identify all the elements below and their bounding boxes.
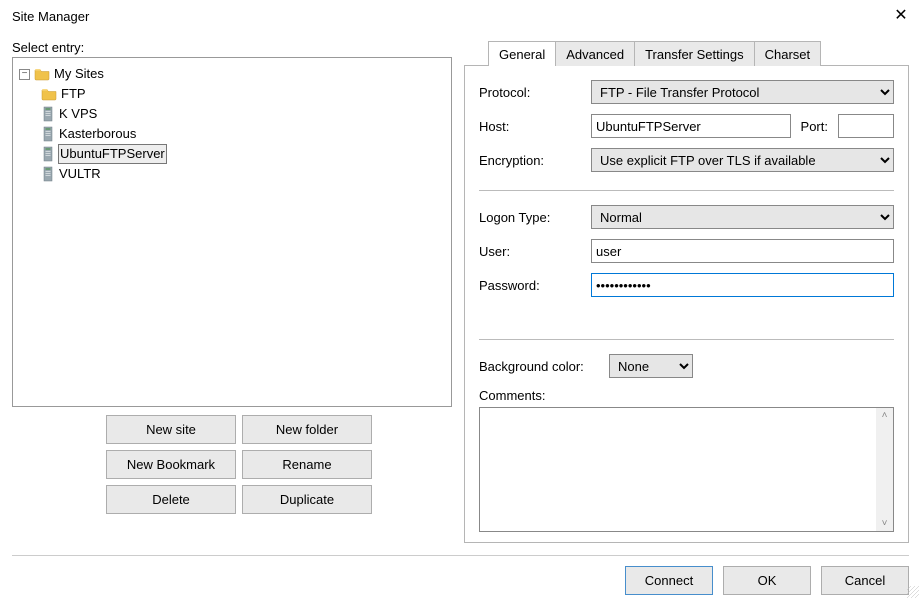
new-site-button[interactable]: New site (106, 415, 236, 444)
window-title: Site Manager (12, 9, 89, 24)
server-icon (41, 166, 55, 182)
titlebar: Site Manager ✕ (0, 0, 921, 32)
tree-item-kvps[interactable]: K VPS (39, 104, 447, 124)
password-input[interactable] (591, 273, 894, 297)
logon-type-label: Logon Type: (479, 210, 591, 225)
user-input[interactable] (591, 239, 894, 263)
delete-button[interactable]: Delete (106, 485, 236, 514)
tab-advanced[interactable]: Advanced (555, 41, 635, 66)
server-icon (41, 126, 55, 142)
duplicate-button[interactable]: Duplicate (242, 485, 372, 514)
rename-button[interactable]: Rename (242, 450, 372, 479)
tree-children: FTP K VPS Kasterborous UbuntuFTPServer V… (39, 84, 447, 184)
chevron-up-icon[interactable]: ˄ (882, 410, 888, 421)
scrollbar[interactable]: ˄ ˅ (876, 408, 893, 531)
tree-item-label: UbuntuFTPServer (59, 145, 166, 163)
comments-box: ˄ ˅ (479, 407, 894, 532)
logon-type-select[interactable]: Normal (591, 205, 894, 229)
cancel-button[interactable]: Cancel (821, 566, 909, 595)
collapse-icon[interactable]: − (19, 69, 30, 80)
site-buttons: New site New folder New Bookmark Rename … (106, 415, 452, 514)
separator (479, 190, 894, 191)
tab-transfer-settings[interactable]: Transfer Settings (634, 41, 755, 66)
left-panel: Select entry: − My Sites FTP K VPS Kaste… (12, 40, 452, 543)
server-icon (41, 146, 55, 162)
user-label: User: (479, 244, 591, 259)
tree-item-label: K VPS (59, 105, 97, 123)
host-input[interactable] (591, 114, 791, 138)
tab-strip: General Advanced Transfer Settings Chars… (488, 40, 909, 65)
folder-icon (41, 87, 57, 101)
dialog-footer: Connect OK Cancel (12, 555, 909, 595)
host-label: Host: (479, 119, 591, 134)
comments-textarea[interactable] (480, 408, 876, 531)
general-panel: Protocol: FTP - File Transfer Protocol H… (464, 65, 909, 543)
port-label: Port: (801, 119, 828, 134)
chevron-down-icon[interactable]: ˅ (882, 518, 888, 529)
connect-button[interactable]: Connect (625, 566, 713, 595)
encryption-label: Encryption: (479, 153, 591, 168)
tree-item-ubuntuftpserver[interactable]: UbuntuFTPServer (39, 144, 447, 164)
tree-item-ftp[interactable]: FTP (39, 84, 447, 104)
bg-color-label: Background color: (479, 359, 609, 374)
port-input[interactable] (838, 114, 894, 138)
bg-color-select[interactable]: None (609, 354, 693, 378)
tree-item-kasterborous[interactable]: Kasterborous (39, 124, 447, 144)
new-bookmark-button[interactable]: New Bookmark (106, 450, 236, 479)
tree-item-label: Kasterborous (59, 125, 136, 143)
protocol-label: Protocol: (479, 85, 591, 100)
server-icon (41, 106, 55, 122)
tab-charset[interactable]: Charset (754, 41, 822, 66)
tree-root[interactable]: − My Sites (17, 64, 447, 84)
comments-label: Comments: (479, 388, 894, 403)
protocol-select[interactable]: FTP - File Transfer Protocol (591, 80, 894, 104)
tree-item-label: FTP (61, 85, 86, 103)
tree-root-label: My Sites (54, 65, 104, 83)
encryption-select[interactable]: Use explicit FTP over TLS if available (591, 148, 894, 172)
tab-general[interactable]: General (488, 41, 556, 66)
password-label: Password: (479, 278, 591, 293)
tree-item-label: VULTR (59, 165, 101, 183)
resize-grip[interactable] (907, 586, 919, 598)
site-tree[interactable]: − My Sites FTP K VPS Kasterborous (12, 57, 452, 407)
right-panel: General Advanced Transfer Settings Chars… (464, 40, 909, 543)
close-icon[interactable]: ✕ (889, 4, 913, 28)
select-entry-label: Select entry: (12, 40, 452, 55)
separator (479, 339, 894, 340)
ok-button[interactable]: OK (723, 566, 811, 595)
tree-item-vultr[interactable]: VULTR (39, 164, 447, 184)
new-folder-button[interactable]: New folder (242, 415, 372, 444)
folder-icon (34, 67, 50, 81)
